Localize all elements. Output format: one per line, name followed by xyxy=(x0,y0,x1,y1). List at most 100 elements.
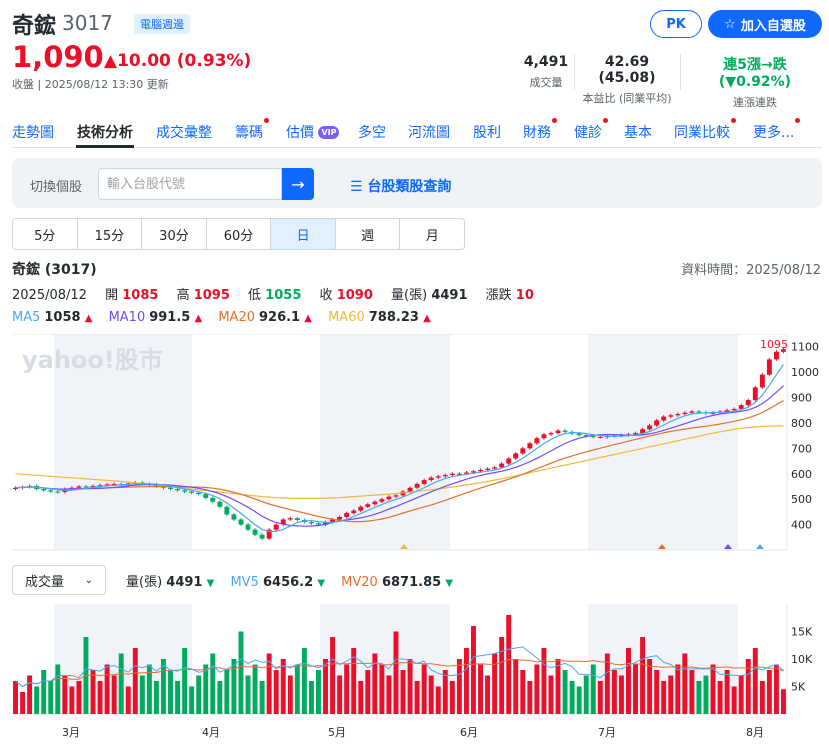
star-icon: ☆ xyxy=(724,16,736,32)
tab-label: 更多... xyxy=(753,125,795,141)
category-query-link[interactable]: ☰ 台股類股查詢 xyxy=(350,176,451,196)
candle-body xyxy=(76,486,82,488)
candle-body xyxy=(696,411,702,413)
volume-bar xyxy=(449,681,455,714)
period-60min[interactable]: 60分 xyxy=(207,219,272,249)
stat-value: 連5漲→跌 (▼0.92%) xyxy=(718,57,792,90)
volume-bar xyxy=(168,670,173,714)
tab-valuation[interactable]: 估價 VIP xyxy=(286,122,340,142)
tab-trend[interactable]: 走勢圖 xyxy=(12,122,54,142)
tab-more[interactable]: 更多... xyxy=(753,118,801,142)
month-band xyxy=(588,334,738,550)
tab-dividend[interactable]: 股利 xyxy=(473,122,501,142)
volume-bar xyxy=(252,664,258,714)
tab-peer-compare[interactable]: 同業比較 xyxy=(674,118,736,142)
volume-bar xyxy=(492,653,498,714)
candle-body xyxy=(351,510,357,514)
high-annotation: 1095 xyxy=(760,338,788,351)
candle-body xyxy=(386,496,392,500)
ma-value: 1058 xyxy=(44,310,81,325)
volume-bar xyxy=(400,670,406,714)
period-week[interactable]: 週 xyxy=(336,219,401,249)
volume-bar xyxy=(710,664,716,714)
y-tick-label: 600 xyxy=(791,468,812,481)
candle-body xyxy=(196,492,202,495)
industry-badge[interactable]: 電腦週邊 xyxy=(134,14,190,34)
volume-bar xyxy=(153,681,159,714)
indicator-select-label: 成交量 xyxy=(25,574,65,590)
vol-label: 量(張) xyxy=(126,575,163,590)
x-tick-label: 8月 xyxy=(746,726,764,739)
period-15min[interactable]: 15分 xyxy=(78,219,143,249)
volume-bar xyxy=(330,637,336,714)
volume-bar xyxy=(104,664,110,714)
volume-bar xyxy=(294,664,300,714)
pk-button[interactable]: PK xyxy=(650,10,702,38)
volume-bar xyxy=(506,615,512,714)
close-label: 收 xyxy=(319,288,333,303)
volume-bar xyxy=(344,664,350,714)
search-submit-button[interactable]: → xyxy=(282,168,314,200)
tab-river-chart[interactable]: 河流圖 xyxy=(408,122,450,142)
volume-bar xyxy=(724,670,730,714)
tab-label: 財務 xyxy=(523,125,551,141)
mv5-value: 6456.2 xyxy=(263,575,314,590)
y-tick-label: 500 xyxy=(791,493,812,506)
period-day[interactable]: 日 xyxy=(271,219,336,249)
x-tick-label: 4月 xyxy=(202,726,220,739)
volume-bar xyxy=(668,675,674,714)
indicator-select[interactable]: 成交量 ⌄ xyxy=(12,565,106,595)
candle-body xyxy=(316,523,321,525)
volume-bar xyxy=(203,664,209,714)
volume-bar xyxy=(358,681,364,714)
volume-bar xyxy=(428,675,434,714)
candle-body xyxy=(520,448,526,454)
volume-bar xyxy=(146,664,152,714)
candle-body xyxy=(555,430,561,434)
candle-body xyxy=(421,480,427,484)
ma10-legend: MA10 991.5 ▲ xyxy=(109,310,203,325)
candle-body xyxy=(745,400,751,406)
volume-bar xyxy=(139,675,145,714)
candle-body xyxy=(485,468,491,470)
volume-bar xyxy=(231,659,237,714)
tab-bull-bear[interactable]: 多空 xyxy=(358,122,386,142)
tab-financials[interactable]: 財務 xyxy=(523,118,557,142)
volume-bar xyxy=(27,675,33,714)
volume-bar xyxy=(175,681,181,714)
volume-bar xyxy=(217,681,223,714)
volume-bar xyxy=(738,675,744,714)
candle-body xyxy=(471,471,476,473)
candle-body xyxy=(435,476,441,478)
up-arrow-icon: ▲ xyxy=(423,313,431,324)
tab-technical[interactable]: 技術分析 xyxy=(77,122,133,142)
tab-basic[interactable]: 基本 xyxy=(624,122,652,142)
ma-name: MA10 xyxy=(108,310,146,325)
candle-body xyxy=(168,487,173,490)
change-value: 10 xyxy=(515,288,534,303)
price-chart[interactable]: yahoo!股市11001000900800700600500400109534… xyxy=(12,334,822,552)
add-watchlist-button[interactable]: ☆ 加入自選股 xyxy=(708,10,822,38)
volume-bar xyxy=(675,664,681,714)
candle-body xyxy=(731,408,737,411)
tab-chips[interactable]: 籌碼 xyxy=(235,118,269,142)
period-30min[interactable]: 30分 xyxy=(142,219,207,249)
stock-code-input[interactable] xyxy=(98,168,282,200)
candle-body xyxy=(259,534,265,539)
period-month[interactable]: 月 xyxy=(400,219,464,249)
ohlc-row: 2025/08/12 開 1085 高 1095 低 1055 收 1090 量… xyxy=(12,284,534,303)
candle-body xyxy=(534,438,540,444)
volume-chart[interactable]: 15K 10K 5K 3月 4月 5月 6月 7月 8月 xyxy=(12,604,822,744)
period-5min[interactable]: 5分 xyxy=(13,219,78,249)
ma-legend: MA5 1058 ▲ MA10 991.5 ▲ MA20 926.1 ▲ MA60 78… xyxy=(12,310,443,325)
low-value: 1055 xyxy=(265,288,302,303)
volume-bar xyxy=(238,631,244,714)
tab-diagnosis[interactable]: 健診 xyxy=(574,118,608,142)
up-arrow-icon: ▲ xyxy=(194,313,203,324)
volume-bar xyxy=(20,692,26,714)
chevron-down-icon: ⌄ xyxy=(84,574,93,586)
tab-transactions[interactable]: 成交彙整 xyxy=(156,122,212,142)
candle-body xyxy=(210,497,216,502)
active-tab-indicator xyxy=(76,145,134,148)
candle-body xyxy=(217,501,223,507)
